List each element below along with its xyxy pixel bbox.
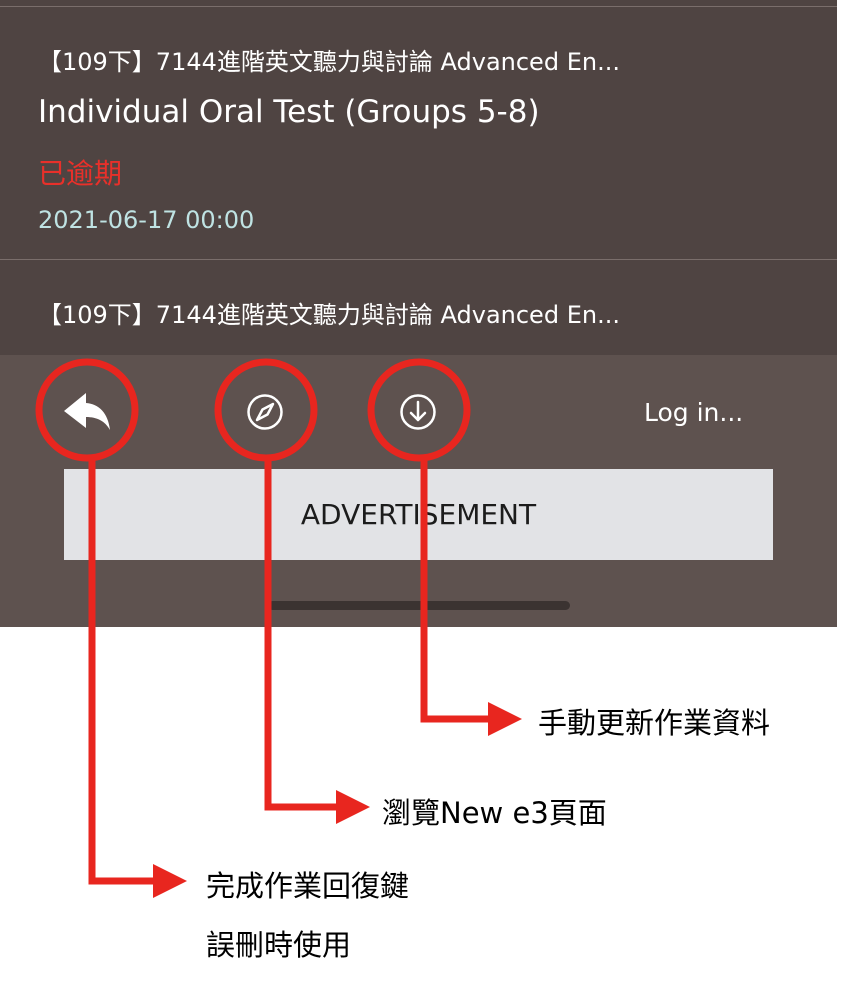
- restore-annotation-line1: 完成作業回復鍵: [206, 869, 410, 903]
- restore-annotation-line2: 誤刪時使用: [206, 928, 352, 962]
- compass-callout-arrowhead: [336, 790, 370, 824]
- download-callout-arrowhead: [488, 702, 522, 736]
- callout-overlay: [35, 358, 522, 898]
- reply-callout-arrowhead: [153, 864, 187, 898]
- compass-callout-line: [264, 458, 338, 811]
- reply-callout-circle: [35, 358, 139, 462]
- download-callout-line: [420, 458, 490, 723]
- browse-annotation: 瀏覽New e3頁面: [382, 796, 607, 830]
- reply-callout-line: [88, 458, 155, 885]
- compass-callout-circle: [214, 358, 318, 462]
- download-annotation: 手動更新作業資料: [538, 706, 771, 740]
- download-callout-circle: [367, 358, 471, 462]
